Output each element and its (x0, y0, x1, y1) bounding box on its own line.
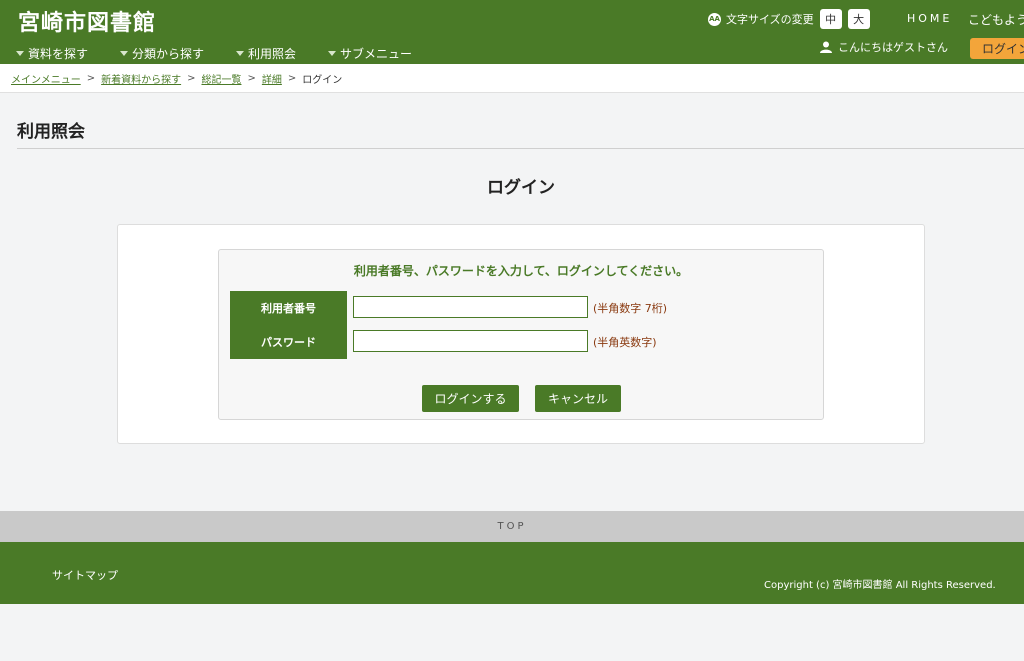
password-input[interactable] (353, 330, 588, 352)
breadcrumb-separator: > (187, 72, 196, 84)
greeting-text: こんにちはゲストさん (838, 41, 948, 54)
site-footer: サイトマップ Copyright (c) 宮崎市図書館 All Rights R… (0, 542, 1024, 604)
font-size-control: AA 文字サイズの変更 中 大 (708, 9, 870, 29)
nav-usage-inquiry[interactable]: 利用照会 (236, 45, 296, 62)
chevron-down-icon (120, 51, 129, 56)
password-label: パスワード (230, 325, 347, 359)
breadcrumb-new-materials[interactable]: 新着資料から探す (101, 71, 181, 86)
user-number-label: 利用者番号 (230, 291, 347, 325)
breadcrumb-main-menu[interactable]: メインメニュー (11, 71, 81, 86)
title-divider (17, 148, 1024, 149)
nav-submenu[interactable]: サブメニュー (328, 45, 412, 62)
nav-search-materials[interactable]: 資料を探す (16, 45, 88, 62)
password-hint: (半角英数字) (593, 336, 657, 349)
page-title: 利用照会 (17, 122, 85, 142)
breadcrumb-separator: > (287, 72, 297, 84)
breadcrumb-general-list[interactable]: 総記一覧 (201, 71, 241, 86)
breadcrumb-separator: > (247, 72, 256, 84)
chevron-down-icon (236, 51, 245, 56)
font-size-medium-button[interactable]: 中 (819, 9, 842, 29)
user-icon (820, 41, 832, 53)
user-number-hint: (半角数字 7桁) (593, 302, 668, 315)
login-submit-button[interactable]: ログインする (422, 385, 519, 412)
chevron-down-icon (16, 51, 24, 56)
font-size-icon: AA (708, 12, 721, 26)
header-login-button[interactable]: ログイン (970, 38, 1024, 59)
kids-link[interactable]: こどもよう (968, 11, 1024, 28)
nav-label: 利用照会 (248, 47, 297, 61)
user-number-input[interactable] (353, 296, 588, 318)
login-instruction: 利用者番号、パスワードを入力して、ログインしてください。 (353, 264, 689, 278)
nav-label: 資料を探す (28, 47, 89, 61)
login-heading: ログイン (487, 178, 555, 198)
nav-label: 分類から探す (132, 47, 205, 61)
copyright-text: Copyright (c) 宮崎市図書館 All Rights Reserved… (764, 580, 996, 591)
cancel-button[interactable]: キャンセル (535, 385, 621, 412)
font-size-label: 文字サイズの変更 (726, 13, 814, 26)
guest-greeting: こんにちはゲストさん (820, 39, 948, 55)
nav-label: サブメニュー (340, 47, 413, 61)
site-header: 宮崎市図書館 AA 文字サイズの変更 中 大 HOME こどもよう 資料を探す … (0, 0, 1024, 64)
sitemap-link[interactable]: サイトマップ (52, 567, 118, 583)
breadcrumb-current: ログイン (302, 74, 343, 86)
breadcrumb-separator: > (86, 72, 96, 84)
back-to-top-link[interactable]: TOP (0, 511, 1024, 542)
nav-search-by-category[interactable]: 分類から探す (120, 45, 204, 62)
font-size-large-button[interactable]: 大 (847, 9, 870, 29)
main-nav: 資料を探す 分類から探す 利用照会 サブメニュー (16, 45, 444, 62)
chevron-down-icon (328, 51, 337, 56)
site-logo[interactable]: 宮崎市図書館 (18, 5, 156, 37)
breadcrumb: メインメニュー > 新着資料から探す > 総記一覧 > 詳細 > ログイン (0, 64, 1024, 93)
breadcrumb-detail[interactable]: 詳細 (262, 71, 282, 86)
home-link[interactable]: HOME (907, 12, 952, 25)
